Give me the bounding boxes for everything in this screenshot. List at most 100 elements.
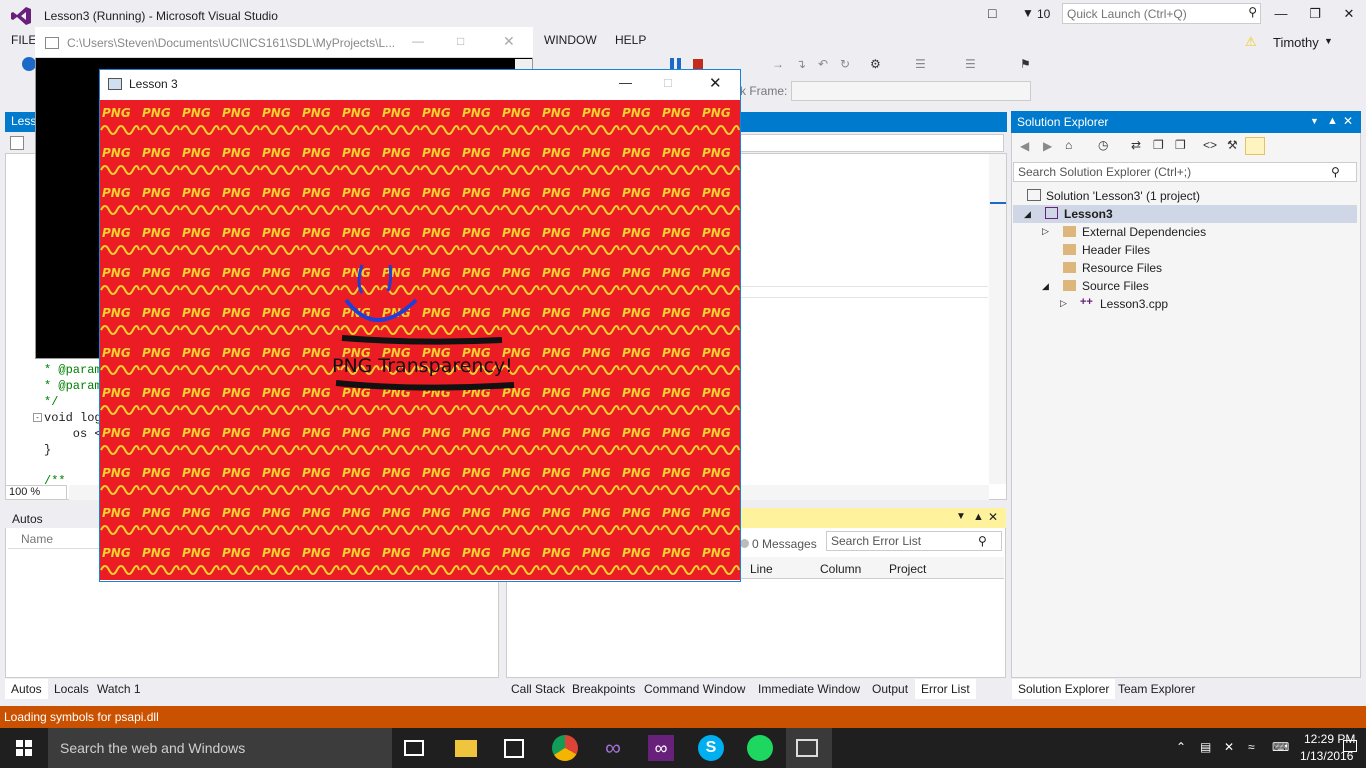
menu-help[interactable]: HELP: [615, 33, 646, 47]
menu-window[interactable]: WINDOW: [544, 33, 597, 47]
restore-button[interactable]: ❐: [1298, 4, 1332, 24]
column-line[interactable]: Line: [750, 562, 773, 576]
preview-selected-icon[interactable]: [1245, 137, 1265, 155]
stack-frame-dropdown[interactable]: [791, 81, 1031, 101]
tab-autos[interactable]: Autos: [5, 679, 48, 699]
class-view-icon[interactable]: [10, 136, 24, 150]
tree-project[interactable]: Lesson3: [1064, 207, 1113, 221]
store-icon[interactable]: [504, 739, 524, 758]
chevron-up-icon[interactable]: ⌃: [1176, 740, 1186, 754]
tab-error-list[interactable]: Error List: [915, 679, 976, 699]
show-all-files-icon[interactable]: ❐: [1175, 138, 1186, 152]
close-icon[interactable]: ✕: [988, 510, 998, 524]
quick-launch-input[interactable]: [1063, 4, 1233, 23]
tree-header-files[interactable]: Header Files: [1082, 243, 1150, 257]
column-name[interactable]: Name: [21, 532, 53, 546]
sdl-app-icon[interactable]: [796, 739, 818, 757]
quick-launch-box[interactable]: ⚲: [1062, 3, 1261, 24]
action-center-icon[interactable]: [1343, 740, 1357, 752]
collapse-all-icon[interactable]: ❐: [1153, 138, 1164, 152]
menu-file[interactable]: FILE: [11, 33, 36, 47]
chevron-down-icon[interactable]: ▼: [956, 511, 966, 522]
minimize-button[interactable]: —: [1264, 4, 1298, 24]
console-minimize-button[interactable]: —: [412, 34, 424, 48]
tree-source-files[interactable]: Source Files: [1082, 279, 1149, 293]
search-error-list[interactable]: Search Error List: [826, 531, 1002, 551]
search-icon[interactable]: ⚲: [1248, 5, 1257, 19]
member-dropdown[interactable]: [740, 134, 1004, 152]
chevron-down-icon[interactable]: ▼: [1310, 116, 1319, 126]
collapse-icon[interactable]: -: [33, 413, 42, 422]
zoom-level[interactable]: 100 %: [5, 485, 67, 500]
tab-immediate-window[interactable]: Immediate Window: [758, 682, 860, 696]
tab-watch-1[interactable]: Watch 1: [97, 682, 141, 696]
spotify-icon[interactable]: [747, 735, 773, 761]
restart-icon[interactable]: ↻: [840, 57, 850, 71]
tree-external-dependencies[interactable]: External Dependencies: [1082, 225, 1206, 239]
volume-muted-icon[interactable]: ✕: [1224, 740, 1234, 754]
align-icon[interactable]: ☰: [915, 57, 926, 71]
back-icon[interactable]: [22, 57, 36, 71]
console-close-button[interactable]: ✕: [503, 33, 515, 50]
sdl-title-bar[interactable]: [100, 70, 740, 99]
sdl-minimize-button[interactable]: —: [619, 75, 632, 90]
tab-solution-explorer[interactable]: Solution Explorer: [1012, 679, 1116, 699]
expanded-arrow-icon[interactable]: ◢: [1024, 209, 1031, 220]
tree-resource-files[interactable]: Resource Files: [1082, 261, 1162, 275]
properties-icon[interactable]: ⚒: [1227, 138, 1238, 152]
tree-solution[interactable]: Solution 'Lesson3' (1 project): [1046, 189, 1200, 203]
collapsed-arrow-icon[interactable]: ▷: [1042, 226, 1049, 237]
taskbar-search-text[interactable]: Search the web and Windows: [60, 740, 245, 756]
tab-call-stack[interactable]: Call Stack: [511, 682, 565, 696]
task-view-icon[interactable]: [404, 740, 424, 756]
info-icon[interactable]: [740, 539, 749, 548]
pin-icon[interactable]: ▲: [973, 511, 984, 523]
step-over-icon[interactable]: →: [772, 57, 784, 71]
chrome-icon[interactable]: [552, 735, 578, 761]
close-button[interactable]: ✕: [1332, 4, 1366, 24]
tab-command-window[interactable]: Command Window: [644, 682, 745, 696]
step-into-icon[interactable]: ↴: [796, 57, 806, 71]
expanded-arrow-icon[interactable]: ◢: [1042, 281, 1049, 292]
tab-breakpoints[interactable]: Breakpoints: [572, 682, 635, 696]
wifi-icon[interactable]: ≈: [1248, 740, 1255, 754]
indent-icon[interactable]: ☰: [965, 57, 976, 71]
user-account[interactable]: Timothy: [1273, 35, 1319, 50]
search-solution-explorer[interactable]: Search Solution Explorer (Ctrl+;): [1013, 162, 1357, 182]
back-icon[interactable]: ◀: [1020, 139, 1029, 153]
input-language-icon[interactable]: ⌨: [1272, 740, 1289, 754]
search-icon[interactable]: ⚲: [978, 534, 987, 548]
forward-icon[interactable]: ▶: [1043, 139, 1052, 153]
tab-output[interactable]: Output: [872, 682, 908, 696]
stop-icon[interactable]: [693, 59, 703, 69]
file-explorer-icon[interactable]: [455, 740, 477, 757]
network-icon[interactable]: ▤: [1200, 740, 1211, 754]
sdl-maximize-button[interactable]: □: [664, 75, 672, 90]
console-maximize-button[interactable]: □: [457, 34, 464, 48]
pending-changes-icon[interactable]: ◷: [1098, 138, 1108, 152]
tab-team-explorer[interactable]: Team Explorer: [1118, 682, 1195, 696]
notification-icon[interactable]: □: [988, 5, 996, 21]
step-out-icon[interactable]: ↶: [818, 57, 828, 71]
visual-studio-icon[interactable]: ∞: [600, 735, 626, 761]
tools-icon[interactable]: ⚙: [870, 57, 881, 71]
search-icon[interactable]: ⚲: [1331, 165, 1340, 179]
sdl-close-button[interactable]: ✕: [709, 74, 722, 92]
collapsed-arrow-icon[interactable]: ▷: [1060, 298, 1067, 309]
pin-icon[interactable]: ▲: [1327, 115, 1338, 127]
close-icon[interactable]: ✕: [1343, 114, 1353, 128]
sync-icon[interactable]: ⇄: [1131, 138, 1141, 152]
visual-studio-active-icon[interactable]: ∞: [648, 735, 674, 761]
skype-icon[interactable]: S: [698, 735, 724, 761]
tree-file-lesson3-cpp[interactable]: Lesson3.cpp: [1100, 297, 1168, 311]
chevron-down-icon[interactable]: ▼: [1324, 36, 1333, 46]
column-project[interactable]: Project: [889, 562, 926, 576]
column-column[interactable]: Column: [820, 562, 861, 576]
warning-icon[interactable]: ⚠: [1245, 34, 1257, 50]
windows-start-icon[interactable]: [0, 728, 48, 768]
filter-icon[interactable]: ▼: [1022, 6, 1034, 20]
messages-filter[interactable]: 0 Messages: [752, 537, 817, 551]
tab-locals[interactable]: Locals: [54, 682, 89, 696]
home-icon[interactable]: ⌂: [1065, 138, 1072, 152]
view-code-icon[interactable]: <>: [1203, 138, 1217, 152]
